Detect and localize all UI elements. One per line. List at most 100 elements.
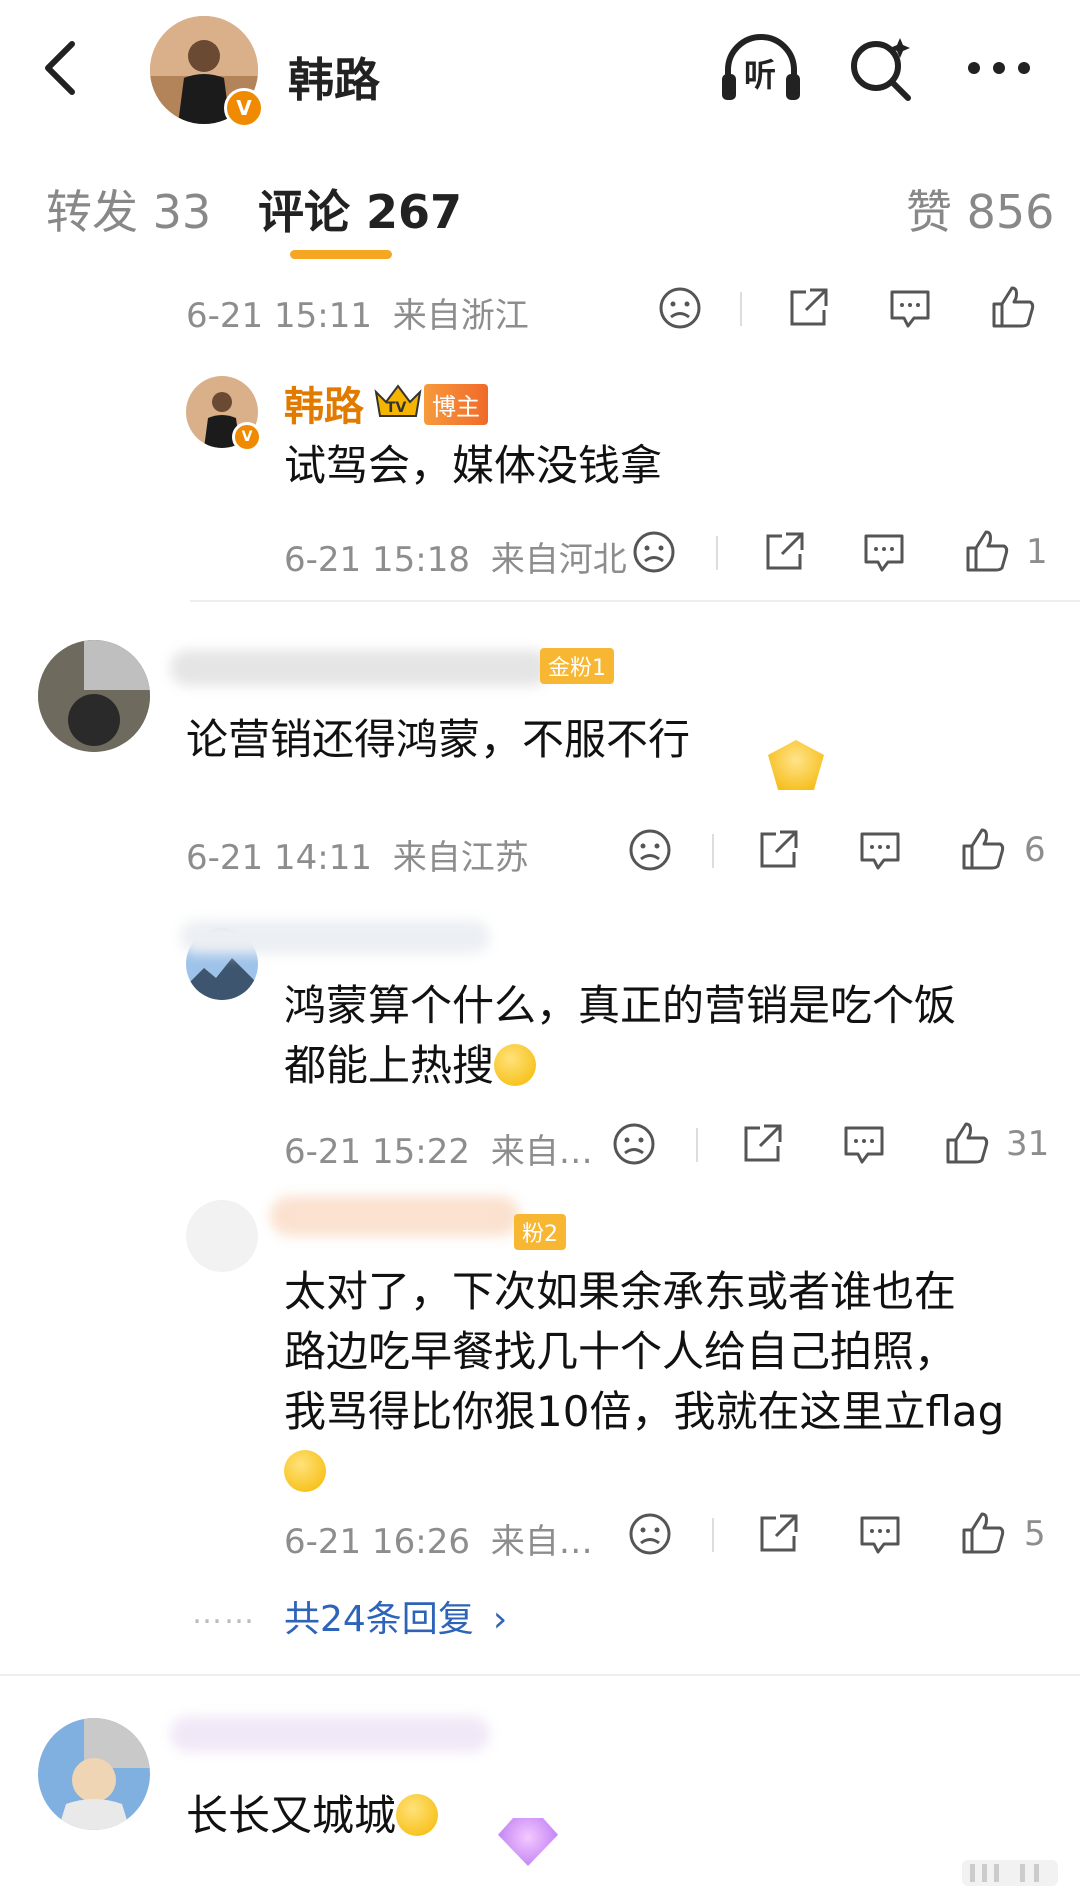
comment-button[interactable] (862, 530, 906, 578)
comment-time: 6-21 15:18 (284, 540, 470, 580)
reply-text-line-content: 都能上热搜 (284, 1041, 495, 1090)
comment-text: 论营销还得鸿蒙，不服不行 (186, 715, 691, 764)
active-tab-indicator (290, 250, 392, 259)
share-icon (760, 1514, 798, 1552)
blurred-username (170, 650, 550, 686)
like-button[interactable] (960, 826, 1006, 876)
divider (696, 1128, 698, 1162)
like-count: 5 (1024, 1514, 1046, 1554)
like-count: 1 (1026, 532, 1048, 572)
author-tag: 博主 (424, 384, 488, 425)
dislike-button[interactable] (658, 286, 702, 334)
more-button[interactable] (966, 60, 1032, 80)
tab-bar: 转发 33 评论 267 赞 856 (0, 176, 1080, 256)
sad-face-icon (633, 531, 675, 573)
reply-time: 6-21 15:22 (284, 1132, 470, 1172)
tab-reposts[interactable]: 转发 33 (46, 176, 211, 242)
sad-face-icon (659, 287, 701, 329)
like-count: 6 (1024, 830, 1046, 870)
share-icon (790, 288, 828, 326)
tab-comments[interactable]: 评论 267 (258, 176, 462, 242)
share-button[interactable] (740, 1122, 784, 1170)
dislike-button[interactable] (632, 530, 676, 578)
listen-label: 听 (744, 56, 777, 94)
comment-meta: 6-21 14:11 来自江苏 (186, 830, 529, 879)
comment-meta: 6-21 15:18 来自河北 (284, 532, 627, 581)
sad-face-icon (629, 829, 671, 871)
more-dots: …… (192, 1596, 256, 1631)
pleading-emoji-icon (396, 1793, 439, 1836)
thumbs-up-icon (946, 1122, 989, 1164)
watermark-icon (960, 1858, 1060, 1892)
dislike-button[interactable] (628, 828, 672, 876)
thumbs-up-icon (992, 286, 1035, 328)
grin-emoji-icon (494, 1043, 537, 1086)
reply-text-line: 太对了，下次如果余承东或者谁也在 (284, 1267, 957, 1316)
purple-badge-icon (498, 1818, 558, 1866)
share-icon (744, 1124, 782, 1162)
reply-time: 6-21 16:26 (284, 1522, 470, 1562)
comment-button[interactable] (842, 1122, 886, 1170)
comment-author[interactable]: 韩路 (284, 374, 364, 432)
reply-text-line: 路边吃早餐找几十个人给自己拍照， (284, 1327, 957, 1376)
share-icon (760, 830, 798, 868)
dislike-button[interactable] (612, 1122, 656, 1170)
divider (0, 1674, 1080, 1676)
comment-button[interactable] (858, 1512, 902, 1560)
dislike-button[interactable] (628, 1512, 672, 1560)
blurred-username (180, 920, 490, 954)
divider (712, 1518, 714, 1552)
like-button[interactable] (964, 528, 1010, 578)
thumbs-up-icon (962, 1512, 1005, 1554)
fan-tag: 粉2 (514, 1214, 566, 1250)
thumbs-up-icon (962, 828, 1005, 870)
search-button[interactable] (846, 34, 916, 108)
reply-location: 来自… (490, 1132, 593, 1172)
commenter-avatar[interactable] (38, 640, 150, 752)
share-button[interactable] (786, 286, 830, 334)
thumbs-up-icon (966, 530, 1009, 572)
heart-hug-emoji-icon (284, 1449, 326, 1492)
crown-icon: TV (372, 380, 424, 420)
search-sparkle-icon (851, 38, 911, 101)
back-arrow-icon (45, 41, 75, 95)
comment-time: 6-21 14:11 (186, 838, 372, 878)
blurred-username (170, 1716, 490, 1752)
share-icon (766, 532, 804, 570)
avatar-image (38, 1718, 150, 1830)
reply-text: 太对了，下次如果余承东或者谁也在 路边吃早餐找几十个人给自己拍照， 我骂得比你狠… (284, 1262, 1004, 1502)
like-button[interactable] (990, 284, 1036, 334)
reply-text-line: 都能上热搜 (284, 1036, 956, 1096)
more-replies-label: 共24条回复 (284, 1599, 474, 1640)
sad-face-icon (613, 1123, 655, 1165)
tab-likes[interactable]: 赞 856 (906, 176, 1054, 242)
divider (740, 292, 742, 326)
blurred-username (270, 1196, 520, 1236)
avatar-image (38, 640, 150, 752)
chevron-right-icon: › (492, 1599, 508, 1640)
comment-icon (844, 1126, 884, 1164)
post-time: 6-21 15:11 (186, 296, 372, 336)
reply-location: 来自… (490, 1522, 593, 1562)
reply-avatar[interactable] (186, 1200, 258, 1272)
comment-icon (860, 1516, 900, 1554)
like-button[interactable] (960, 1510, 1006, 1560)
divider (712, 834, 714, 868)
verified-badge: V (224, 88, 264, 128)
comment-button[interactable] (858, 828, 902, 876)
back-button[interactable] (40, 38, 80, 102)
reply-text: 鸿蒙算个什么，真正的营销是吃个饭 都能上热搜 (284, 976, 956, 1096)
share-button[interactable] (762, 530, 806, 578)
share-button[interactable] (756, 1512, 800, 1560)
like-button[interactable] (944, 1120, 990, 1170)
share-button[interactable] (756, 828, 800, 876)
commenter-avatar[interactable] (38, 1718, 150, 1830)
post-meta: 6-21 15:11 来自浙江 (186, 288, 529, 337)
comment-location: 来自河北 (490, 540, 627, 580)
gold-badge-icon (768, 740, 824, 790)
listen-button[interactable]: 听 (718, 34, 804, 108)
more-replies-link[interactable]: 共24条回复 › (284, 1590, 507, 1642)
comment-location: 来自江苏 (392, 838, 529, 878)
comment-text: 试驾会，媒体没钱拿 (284, 441, 663, 490)
comment-button[interactable] (888, 286, 932, 334)
